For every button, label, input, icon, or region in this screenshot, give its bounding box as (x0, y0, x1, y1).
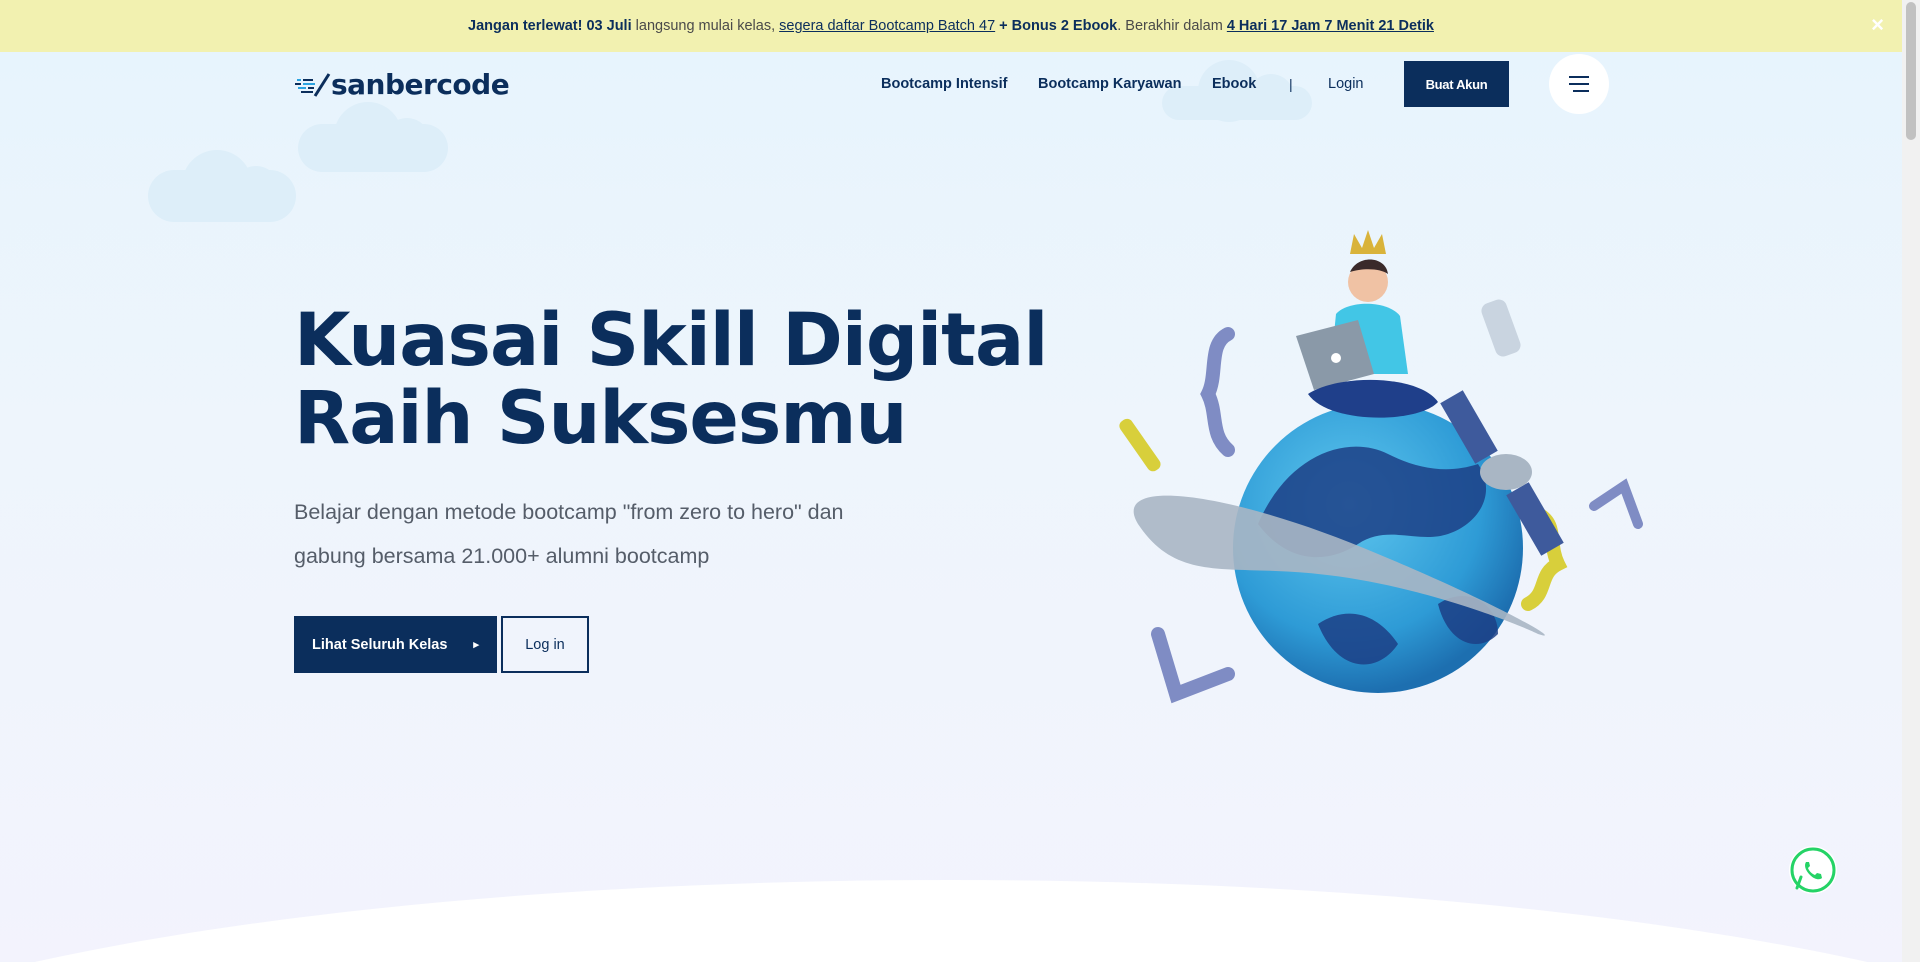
hero-title-line-2: Raih Suksesmu (294, 376, 907, 461)
view-all-classes-button[interactable]: Lihat Seluruh Kelas ▸ (294, 616, 497, 673)
curly-brace-icon (1200, 327, 1235, 457)
hero-title: Kuasai Skill Digital Raih Suksesmu (294, 302, 1054, 458)
hero-subtitle-line-2: gabung bersama 21.000+ alumni bootcamp (294, 544, 710, 568)
nav-login[interactable]: Login (1328, 76, 1363, 92)
cloud-decoration (298, 102, 448, 172)
announcement-text-2: . Berakhir dalam (1117, 18, 1227, 34)
crown-icon (1350, 230, 1386, 254)
whatsapp-icon (1790, 847, 1836, 893)
nav-separator: | (1289, 76, 1293, 92)
hamburger-icon (1569, 76, 1589, 92)
announcement-countdown: 4 Hari 17 Jam 7 Menit 21 Detik (1226, 18, 1434, 34)
angle-bracket-icon (1589, 478, 1643, 529)
scrollbar-thumb[interactable] (1906, 2, 1916, 140)
announcement-bonus: + Bonus 2 Ebook (995, 18, 1118, 34)
create-account-button[interactable]: Buat Akun (1404, 61, 1509, 107)
menu-button[interactable] (1549, 54, 1609, 114)
logo-text: sanbercode (331, 68, 510, 101)
announcement-register-link[interactable]: segera daftar Bootcamp Batch 47 (779, 18, 995, 34)
whatsapp-button[interactable] (1789, 846, 1837, 894)
announcement-lead: Jangan terlewat! 03 Juli (468, 18, 632, 34)
hero-subtitle-line-1: Belajar dengan metode bootcamp "from zer… (294, 500, 844, 524)
logo[interactable]: sanbercode (295, 68, 510, 101)
cloud-decoration (148, 150, 296, 222)
hero-subtitle: Belajar dengan metode bootcamp "from zer… (294, 490, 914, 578)
nav-bootcamp-karyawan[interactable]: Bootcamp Karyawan (1038, 76, 1181, 92)
close-icon[interactable]: × (1871, 14, 1884, 36)
announcement-text-1: langsung mulai kelas, (631, 18, 780, 34)
pen-tool-icon (1481, 299, 1521, 357)
hero-illustration (1119, 230, 1643, 704)
hero-title-line-1: Kuasai Skill Digital (294, 298, 1048, 383)
bottom-wave (34, 880, 1868, 962)
play-arrow-icon: ▸ (473, 639, 479, 651)
satellite-icon (1480, 454, 1532, 490)
view-all-classes-label: Lihat Seluruh Kelas (312, 636, 448, 653)
announcement-bar: Jangan terlewat! 03 Juli langsung mulai … (0, 0, 1902, 52)
announcement-text: Jangan terlewat! 03 Juli langsung mulai … (468, 18, 1434, 34)
nav-bootcamp-intensif[interactable]: Bootcamp Intensif (881, 76, 1007, 92)
pipette-icon (1119, 418, 1161, 472)
angle-bracket-icon (1151, 627, 1235, 704)
scrollbar[interactable] (1902, 0, 1920, 962)
logo-mark-icon (295, 72, 331, 97)
login-button[interactable]: Log in (501, 616, 589, 673)
nav-ebook[interactable]: Ebook (1212, 76, 1256, 92)
